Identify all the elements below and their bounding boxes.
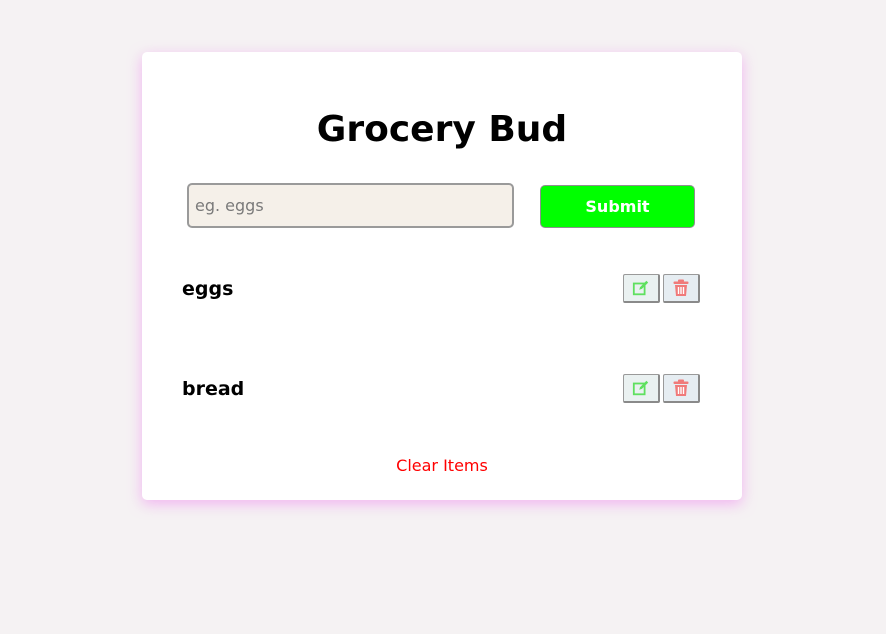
- list-item: eggs: [182, 274, 702, 304]
- edit-icon: [632, 380, 649, 396]
- trash-icon: [673, 379, 689, 396]
- edit-button[interactable]: [623, 374, 660, 403]
- submit-button[interactable]: Submit: [540, 185, 695, 228]
- list-item-label: bread: [182, 378, 245, 400]
- trash-icon: [673, 279, 689, 296]
- delete-button[interactable]: [663, 274, 700, 303]
- clear-items-button[interactable]: Clear Items: [142, 456, 742, 475]
- delete-button[interactable]: [663, 374, 700, 403]
- edit-icon: [632, 280, 649, 296]
- edit-button[interactable]: [623, 274, 660, 303]
- list-item: bread: [182, 374, 702, 404]
- page-title: Grocery Bud: [316, 109, 568, 150]
- grocery-card: Grocery Bud Submit eggs bread: [142, 52, 742, 500]
- list-item-label: eggs: [182, 278, 234, 300]
- grocery-item-input[interactable]: [187, 183, 514, 228]
